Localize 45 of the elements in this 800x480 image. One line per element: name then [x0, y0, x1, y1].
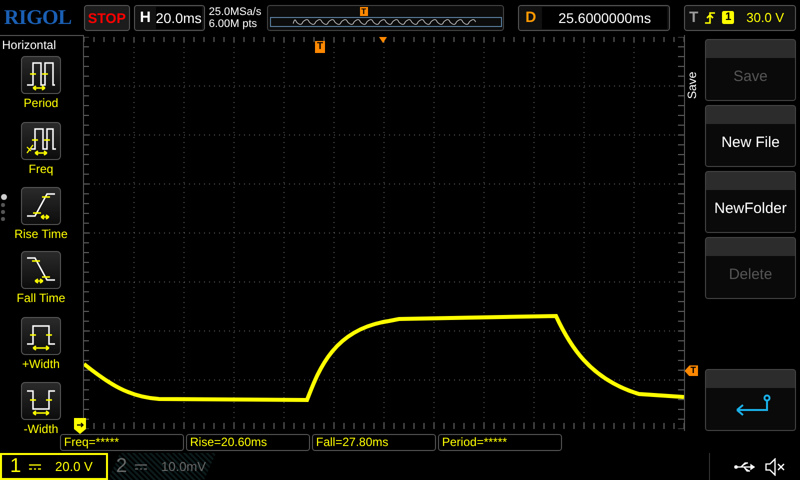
trigger-label: T: [689, 9, 698, 26]
panel-title: Horizontal: [2, 38, 56, 52]
trigger-position-marker[interactable]: T: [315, 41, 325, 54]
sample-rate: 25.0MSa/s: [208, 6, 262, 18]
channel-tab[interactable]: 1 20.0 V: [0, 453, 108, 480]
center-marker-icon: [379, 37, 387, 44]
brand-logo: RIGOL: [4, 5, 73, 30]
mute-icon: [764, 458, 786, 476]
delay-display[interactable]: D 25.6000000ms: [518, 4, 670, 31]
rising-edge-icon: [704, 10, 716, 25]
measurement-readout: Freq=*****: [60, 434, 184, 451]
measure-button[interactable]: Rise Time: [0, 187, 82, 242]
trigger-source: 1: [722, 11, 734, 24]
trigger-position-marker: T: [360, 6, 368, 16]
trigger-level: 30.0 V: [746, 10, 784, 26]
channel-scale: 10.0mV: [161, 459, 206, 474]
timebase-display[interactable]: H 20.0ms: [134, 4, 205, 31]
channel-offset-marker-icon[interactable]: [74, 418, 86, 434]
overview-wave-icon: [270, 16, 502, 27]
measure-button[interactable]: Freq: [0, 122, 82, 176]
back-button[interactable]: [705, 369, 796, 432]
run-stop-button[interactable]: STOP: [84, 4, 130, 31]
measure-button[interactable]: -Width: [0, 382, 82, 436]
measure-button[interactable]: +Width: [0, 317, 82, 372]
menu-button[interactable]: NewFolder: [705, 171, 796, 234]
measurement-readout: Fall=27.80ms: [312, 434, 436, 451]
usb-icon: [734, 460, 758, 472]
trigger-level-marker[interactable]: T: [684, 365, 698, 376]
menu-button[interactable]: New File: [705, 105, 796, 168]
measurement-readout: Rise=20.60ms: [186, 434, 310, 451]
measure-button[interactable]: Fall Time: [0, 251, 82, 306]
measure-button[interactable]: Period: [0, 56, 82, 110]
trigger-display[interactable]: T 1 30.0 V: [684, 4, 796, 31]
memory-depth: 6.00M pts: [208, 18, 258, 30]
dc-coupling-icon: [135, 462, 148, 470]
measurement-readout: Period=*****: [438, 434, 562, 451]
timebase-label: H: [138, 9, 152, 26]
timebase-value: 20.0ms: [156, 6, 202, 29]
delay-label: D: [524, 9, 538, 26]
dc-coupling-icon: [29, 462, 42, 470]
menu-title: Save: [685, 70, 700, 102]
channel-number: 2: [116, 455, 128, 478]
channel-number: 1: [10, 455, 22, 478]
delay-value: 25.6000000ms: [542, 6, 668, 29]
channel-scale: 20.0 V: [55, 459, 93, 474]
